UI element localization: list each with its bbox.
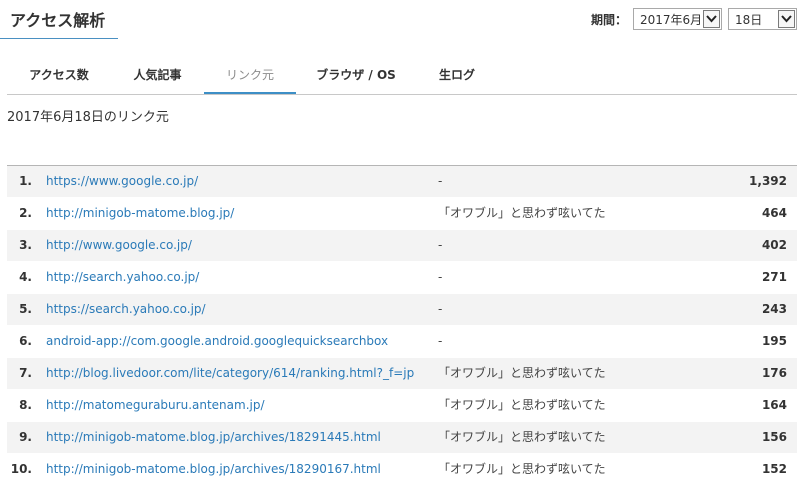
row-rank: 6. <box>19 334 32 348</box>
tab-referrers[interactable]: リンク元 <box>204 56 296 94</box>
access-count: 1,392 <box>749 174 787 188</box>
article-title: - <box>438 334 443 348</box>
article-title: - <box>438 270 443 284</box>
article-title: - <box>438 174 443 188</box>
referrer-link[interactable]: http://matomeguraburu.antenam.jp/ <box>46 390 265 421</box>
article-title: - <box>438 238 443 252</box>
day-select-value: 18日 <box>735 12 763 27</box>
table-row: 6. android-app://com.google.android.goog… <box>7 326 797 358</box>
referrer-link[interactable]: http://minigob-matome.blog.jp/ <box>46 198 234 229</box>
referrer-link[interactable]: http://search.yahoo.co.jp/ <box>46 262 199 293</box>
referrer-link[interactable]: https://www.google.co.jp/ <box>46 166 198 197</box>
tab-raw-log[interactable]: 生ログ <box>416 56 498 93</box>
referrer-link[interactable]: http://minigob-matome.blog.jp/archives/1… <box>46 454 381 485</box>
row-rank: 10. <box>10 462 32 476</box>
tab-browser-os[interactable]: ブラウザ / OS <box>296 56 416 93</box>
chevron-down-icon[interactable] <box>703 10 720 28</box>
section-subtitle: 2017年6月18日のリンク元 <box>7 110 169 125</box>
row-rank: 3. <box>19 238 32 252</box>
table-row: 2. http://minigob-matome.blog.jp/ 「オワブル」… <box>7 198 797 230</box>
table-row: 3. http://www.google.co.jp/ - 402 <box>7 230 797 262</box>
article-title: 「オワブル」と思わず呟いてた <box>438 430 606 444</box>
day-select[interactable]: 18日 <box>728 8 797 30</box>
row-rank: 9. <box>19 430 32 444</box>
referrer-link[interactable]: android-app://com.google.android.googleq… <box>46 326 388 357</box>
row-rank: 8. <box>19 398 32 412</box>
table-row: 9. http://minigob-matome.blog.jp/archive… <box>7 422 797 454</box>
article-title: 「オワブル」と思わず呟いてた <box>438 206 606 220</box>
article-title: - <box>438 302 443 316</box>
referrer-link[interactable]: http://www.google.co.jp/ <box>46 230 192 261</box>
access-count: 243 <box>761 302 787 316</box>
tab-label: リンク元 <box>225 67 274 82</box>
tab-bar: アクセス数 人気記事 リンク元 ブラウザ / OS 生ログ <box>7 56 797 95</box>
access-count: 464 <box>761 206 787 220</box>
row-rank: 4. <box>19 270 32 284</box>
period-label: 期間： <box>590 12 627 27</box>
access-count: 195 <box>761 334 787 348</box>
table-row: 10. http://minigob-matome.blog.jp/archiv… <box>7 454 797 485</box>
tab-label: アクセス数 <box>29 68 89 82</box>
article-title: 「オワブル」と思わず呟いてた <box>438 366 606 380</box>
table-row: 8. http://matomeguraburu.antenam.jp/ 「オワ… <box>7 390 797 422</box>
chevron-down-icon[interactable] <box>778 10 795 28</box>
table-row: 1. https://www.google.co.jp/ - 1,392 <box>7 166 797 198</box>
article-title: 「オワブル」と思わず呟いてた <box>438 462 606 476</box>
row-rank: 1. <box>19 174 32 188</box>
table-row: 5. https://search.yahoo.co.jp/ - 243 <box>7 294 797 326</box>
tab-access-count[interactable]: アクセス数 <box>7 56 111 93</box>
tab-popular-articles[interactable]: 人気記事 <box>111 56 204 93</box>
page-title: アクセス解析 <box>10 11 106 30</box>
referrer-link[interactable]: https://search.yahoo.co.jp/ <box>46 294 206 325</box>
page-header: アクセス解析 <box>0 0 118 39</box>
month-select-value: 2017年6月 <box>640 12 703 27</box>
table-row: 7. http://blog.livedoor.com/lite/categor… <box>7 358 797 390</box>
table-row: 4. http://search.yahoo.co.jp/ - 271 <box>7 262 797 294</box>
period-selector: 期間： 2017年6月 18日 <box>591 8 797 30</box>
row-rank: 7. <box>19 366 32 380</box>
access-count: 156 <box>761 430 787 444</box>
article-title: 「オワブル」と思わず呟いてた <box>438 398 606 412</box>
tab-label: 生ログ <box>438 68 475 82</box>
access-analysis-page: アクセス解析 期間： 2017年6月 18日 アクセス数 人気記事 リンク元 ブ… <box>0 0 802 485</box>
month-select[interactable]: 2017年6月 <box>633 8 722 30</box>
row-rank: 2. <box>19 206 32 220</box>
access-count: 152 <box>761 462 787 476</box>
access-count: 176 <box>761 366 787 380</box>
referrer-link[interactable]: http://minigob-matome.blog.jp/archives/1… <box>46 422 381 453</box>
referrer-link[interactable]: http://blog.livedoor.com/lite/category/6… <box>46 358 414 389</box>
row-rank: 5. <box>19 302 32 316</box>
tab-label: ブラウザ / OS <box>316 68 396 82</box>
access-count: 271 <box>761 270 787 284</box>
access-count: 402 <box>761 238 787 252</box>
tab-label: 人気記事 <box>133 68 182 82</box>
access-count: 164 <box>761 398 787 412</box>
referrer-table: 1. https://www.google.co.jp/ - 1,392 2. … <box>7 165 797 485</box>
